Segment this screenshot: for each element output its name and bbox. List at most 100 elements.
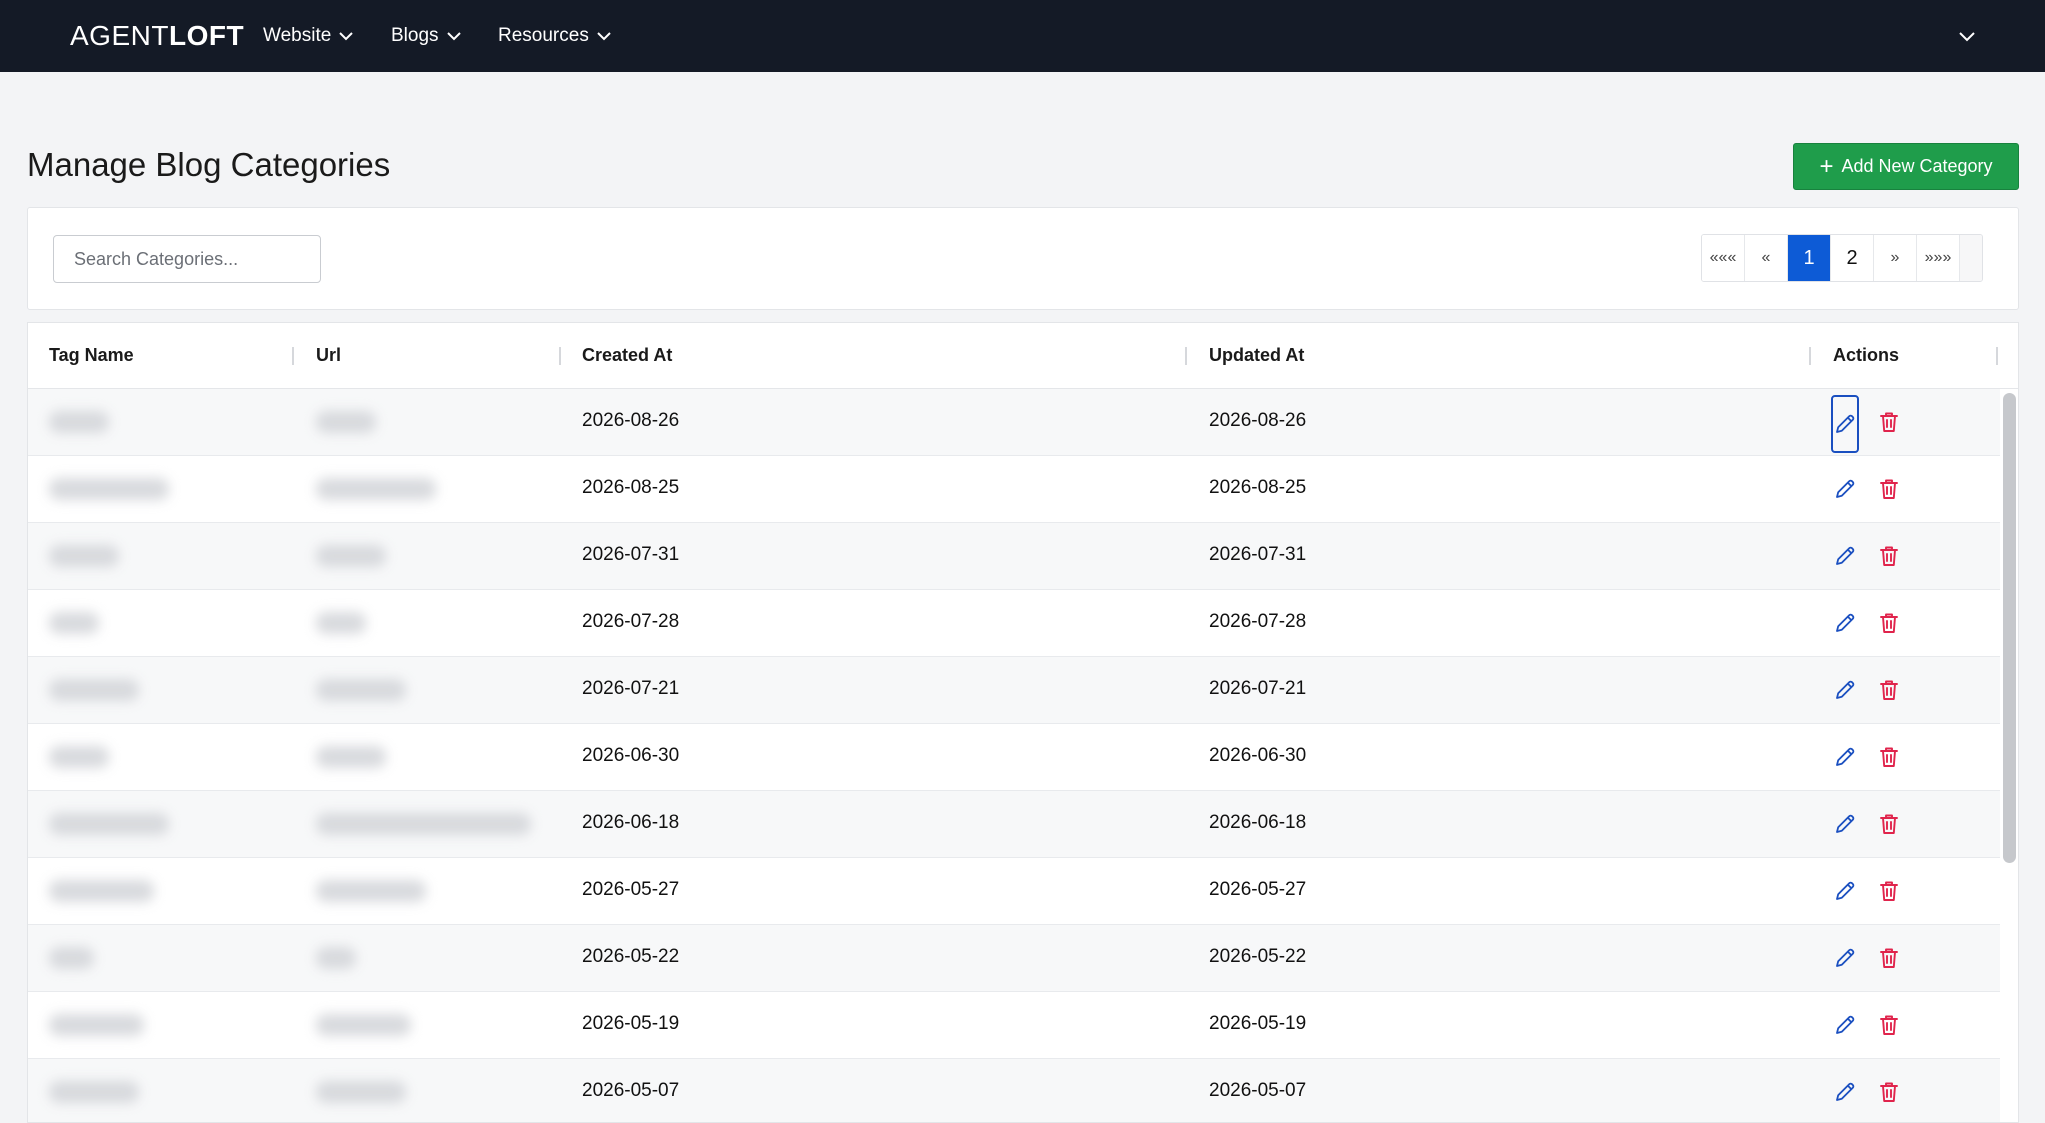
- tag-name-cell-redacted: [49, 612, 99, 634]
- delete-button[interactable]: [1876, 742, 1902, 772]
- pencil-icon: [1833, 879, 1857, 903]
- url-cell-redacted: [316, 947, 356, 969]
- brand-light: AGENT: [70, 20, 169, 51]
- created-at-cell: 2026-07-28: [582, 611, 680, 632]
- updated-at-cell: 2026-08-26: [1209, 410, 1307, 431]
- delete-button[interactable]: [1876, 876, 1902, 906]
- trash-icon: [1878, 745, 1900, 769]
- created-at-cell: 2026-08-25: [582, 477, 680, 498]
- table-row: 2026-05-19 2026-05-19: [28, 992, 2000, 1059]
- pencil-icon: [1833, 678, 1857, 702]
- updated-at-cell: 2026-06-30: [1209, 745, 1307, 766]
- delete-button[interactable]: [1876, 474, 1902, 504]
- edit-button[interactable]: [1831, 807, 1859, 841]
- url-cell-redacted: [316, 1081, 406, 1103]
- column-header-url[interactable]: Url: [316, 345, 341, 366]
- table-header: Tag Name Url Created At Updated At Actio…: [28, 323, 2018, 389]
- column-header-updated-at[interactable]: Updated At: [1209, 345, 1304, 366]
- column-header-tag-name[interactable]: Tag Name: [49, 345, 134, 366]
- edit-button[interactable]: [1831, 606, 1859, 640]
- pagination-page-2[interactable]: 2: [1831, 235, 1874, 281]
- nav-website[interactable]: Website: [263, 0, 354, 72]
- chevron-down-icon: [597, 31, 611, 40]
- column-resize-handle[interactable]: [1185, 347, 1187, 365]
- url-cell-redacted: [316, 1014, 411, 1036]
- user-menu-toggle[interactable]: [1952, 22, 1982, 52]
- edit-button[interactable]: [1831, 539, 1859, 573]
- delete-button[interactable]: [1876, 1077, 1902, 1107]
- add-new-category-label: Add New Category: [1841, 156, 1993, 176]
- tag-name-cell-redacted: [49, 545, 119, 567]
- pencil-icon: [1833, 812, 1857, 836]
- table-row: 2026-06-30 2026-06-30: [28, 724, 2000, 791]
- url-cell-redacted: [316, 478, 436, 500]
- delete-button[interactable]: [1876, 608, 1902, 638]
- delete-button[interactable]: [1876, 1010, 1902, 1040]
- tag-name-cell-redacted: [49, 1014, 144, 1036]
- nav-resources[interactable]: Resources: [498, 0, 611, 72]
- delete-button[interactable]: [1876, 541, 1902, 571]
- created-at-cell: 2026-07-21: [582, 678, 680, 699]
- url-cell-redacted: [316, 545, 386, 567]
- brand-logo[interactable]: AGENTLOFT: [70, 20, 244, 52]
- pagination-next[interactable]: »: [1874, 235, 1917, 281]
- nav-blogs[interactable]: Blogs: [391, 0, 461, 72]
- edit-button[interactable]: [1831, 740, 1859, 774]
- edit-button[interactable]: [1831, 1008, 1859, 1042]
- pagination-prev[interactable]: «: [1745, 235, 1788, 281]
- edit-button[interactable]: [1831, 874, 1859, 908]
- table-row: 2026-07-28 2026-07-28: [28, 590, 2000, 657]
- nav-resources-label: Resources: [498, 25, 589, 46]
- delete-button[interactable]: [1876, 675, 1902, 705]
- pencil-icon: [1833, 544, 1857, 568]
- tag-name-cell-redacted: [49, 880, 154, 902]
- pagination-page-1[interactable]: 1: [1788, 235, 1831, 281]
- url-cell-redacted: [316, 679, 406, 701]
- trash-icon: [1878, 812, 1900, 836]
- table-row: 2026-05-22 2026-05-22: [28, 925, 2000, 992]
- url-cell-redacted: [316, 880, 426, 902]
- updated-at-cell: 2026-05-22: [1209, 946, 1307, 967]
- tag-name-cell-redacted: [49, 1081, 139, 1103]
- edit-button[interactable]: [1831, 1075, 1859, 1109]
- created-at-cell: 2026-05-22: [582, 946, 680, 967]
- pagination-spacer: [1960, 235, 1982, 281]
- updated-at-cell: 2026-07-31: [1209, 544, 1307, 565]
- table-row: 2026-05-07 2026-05-07: [28, 1059, 2000, 1122]
- edit-button[interactable]: [1831, 472, 1859, 506]
- add-new-category-button[interactable]: + Add New Category: [1793, 143, 2019, 190]
- column-resize-handle[interactable]: [292, 347, 294, 365]
- created-at-cell: 2026-05-27: [582, 879, 680, 900]
- pencil-icon: [1833, 946, 1857, 970]
- created-at-cell: 2026-07-31: [582, 544, 680, 565]
- column-header-created-at[interactable]: Created At: [582, 345, 672, 366]
- table-row: 2026-07-21 2026-07-21: [28, 657, 2000, 724]
- pagination-last[interactable]: »»»: [1917, 235, 1960, 281]
- edit-button[interactable]: [1831, 395, 1859, 453]
- delete-button[interactable]: [1876, 809, 1902, 839]
- pagination: ««« « 1 2 » »»»: [1701, 234, 1983, 282]
- chevron-down-icon: [339, 31, 354, 40]
- trash-icon: [1878, 678, 1900, 702]
- delete-button[interactable]: [1876, 407, 1902, 437]
- updated-at-cell: 2026-05-07: [1209, 1080, 1307, 1101]
- chevron-down-icon: [1959, 32, 1975, 42]
- tag-name-cell-redacted: [49, 813, 169, 835]
- top-navbar: AGENTLOFT Website Blogs Resources: [0, 0, 2045, 72]
- pagination-first[interactable]: «««: [1702, 235, 1745, 281]
- delete-button[interactable]: [1876, 943, 1902, 973]
- url-cell-redacted: [316, 612, 366, 634]
- column-resize-handle[interactable]: [559, 347, 561, 365]
- scrollbar-thumb[interactable]: [2003, 393, 2016, 863]
- column-resize-handle[interactable]: [1996, 347, 1998, 365]
- tag-name-cell-redacted: [49, 746, 109, 768]
- table-row: 2026-05-27 2026-05-27: [28, 858, 2000, 925]
- url-cell-redacted: [316, 746, 386, 768]
- table-row: 2026-06-18 2026-06-18: [28, 791, 2000, 858]
- edit-button[interactable]: [1831, 673, 1859, 707]
- edit-button[interactable]: [1831, 941, 1859, 975]
- column-resize-handle[interactable]: [1809, 347, 1811, 365]
- search-input[interactable]: [53, 235, 321, 283]
- toolbar-card: ««« « 1 2 » »»»: [27, 207, 2019, 310]
- trash-icon: [1878, 611, 1900, 635]
